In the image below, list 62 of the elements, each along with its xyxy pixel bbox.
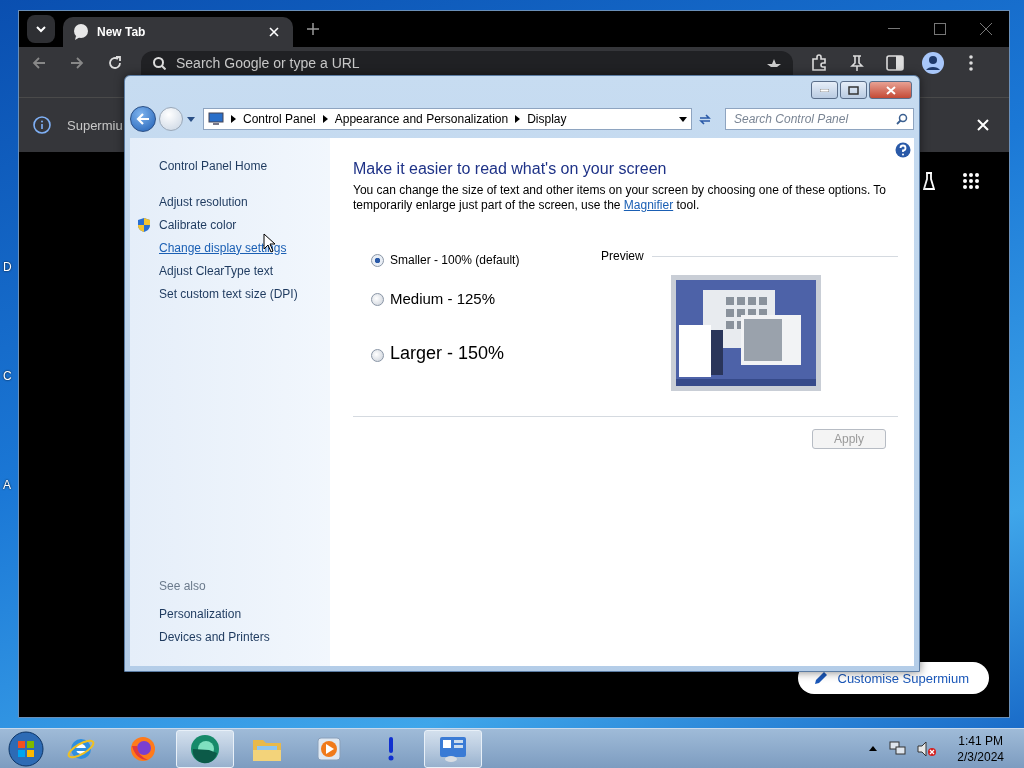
sidebar-link[interactable]: Adjust resolution (159, 194, 248, 209)
maximize-button[interactable] (840, 81, 867, 99)
chevron-icon (35, 25, 47, 33)
breadcrumb-item[interactable]: Appearance and Personalization (334, 112, 509, 126)
minimize-button[interactable] (811, 81, 838, 99)
desktop-icon-label: A (3, 478, 12, 492)
sidebar-link[interactable]: Devices and Printers (159, 629, 270, 644)
profile-icon[interactable] (921, 51, 945, 75)
caret-icon (679, 116, 687, 122)
infobar-text: Supermiu (67, 117, 123, 133)
caret-icon[interactable] (186, 114, 196, 124)
chevron-icon (322, 115, 328, 123)
search-field[interactable]: Search Control Panel (725, 108, 914, 130)
close-icon (885, 85, 896, 95)
desktop-icon-label: C (3, 369, 12, 383)
taskbar-app[interactable] (176, 729, 234, 768)
preview-label: Preview (601, 249, 644, 263)
section-label: See also (159, 579, 207, 593)
apps-grid-icon (962, 172, 980, 190)
sidebar-link[interactable]: Personalization (159, 606, 242, 621)
play-icon (315, 734, 343, 763)
breadcrumb-item[interactable]: Display (527, 112, 567, 126)
flask-icon[interactable] (923, 172, 935, 190)
tab-title: New Tab (97, 25, 147, 39)
taskbar-app[interactable] (424, 729, 482, 768)
maximize-icon (848, 85, 859, 95)
apps-grid-button[interactable] (962, 172, 980, 190)
browser-tab[interactable]: New Tab (63, 17, 293, 47)
back-button[interactable] (130, 106, 156, 132)
sidebar-link[interactable]: Calibrate color (159, 217, 237, 232)
back-arrow-icon (136, 113, 150, 125)
radio-button[interactable] (371, 293, 384, 306)
description-text: You can change the size of text and other items on your screen by choosing one of these options. To temporarily enlarge just part of the screen, use the Magnifier tool. (353, 183, 887, 213)
size-option[interactable]: Larger - 150% (371, 323, 601, 383)
minimize-icon (820, 88, 829, 92)
search-icon (896, 113, 908, 125)
desktop-icon-label: D (3, 260, 12, 274)
chevron-icon (231, 115, 236, 123)
radio-button[interactable] (371, 348, 384, 362)
clock[interactable]: 1:41 PM 2/3/2024 (957, 732, 1004, 765)
exclamation-icon (386, 735, 396, 762)
breadcrumb-item[interactable]: Control Panel (243, 112, 316, 126)
sidebar-link[interactable]: Set custom text size (DPI) (159, 286, 298, 301)
address-field[interactable]: Search Google or type a URL (141, 51, 793, 75)
swirl-logo-icon (189, 732, 221, 765)
size-option[interactable]: Medium - 125% (371, 273, 601, 323)
monitor-icon (208, 112, 224, 126)
address-bar[interactable]: Control Panel Appearance and Personalization Display (203, 108, 692, 130)
chevron-icon (515, 115, 521, 123)
sidebar-link[interactable]: Control Panel Home (159, 158, 268, 173)
tab-search-button[interactable] (27, 15, 55, 43)
network-icon[interactable] (889, 739, 908, 758)
radio-button[interactable] (371, 253, 384, 267)
search-icon (153, 56, 166, 70)
page-heading: Make it easier to read what's on your screen (353, 160, 668, 178)
shield-icon (137, 216, 151, 233)
sidebar-link[interactable]: Adjust ClearType text (159, 263, 274, 278)
close-button[interactable] (869, 81, 912, 99)
magnifier-link[interactable]: Magnifier (623, 198, 674, 212)
speech-bubble-icon (73, 24, 89, 40)
info-icon (33, 116, 51, 134)
size-option[interactable]: Smaller - 100% (default) (371, 247, 601, 273)
